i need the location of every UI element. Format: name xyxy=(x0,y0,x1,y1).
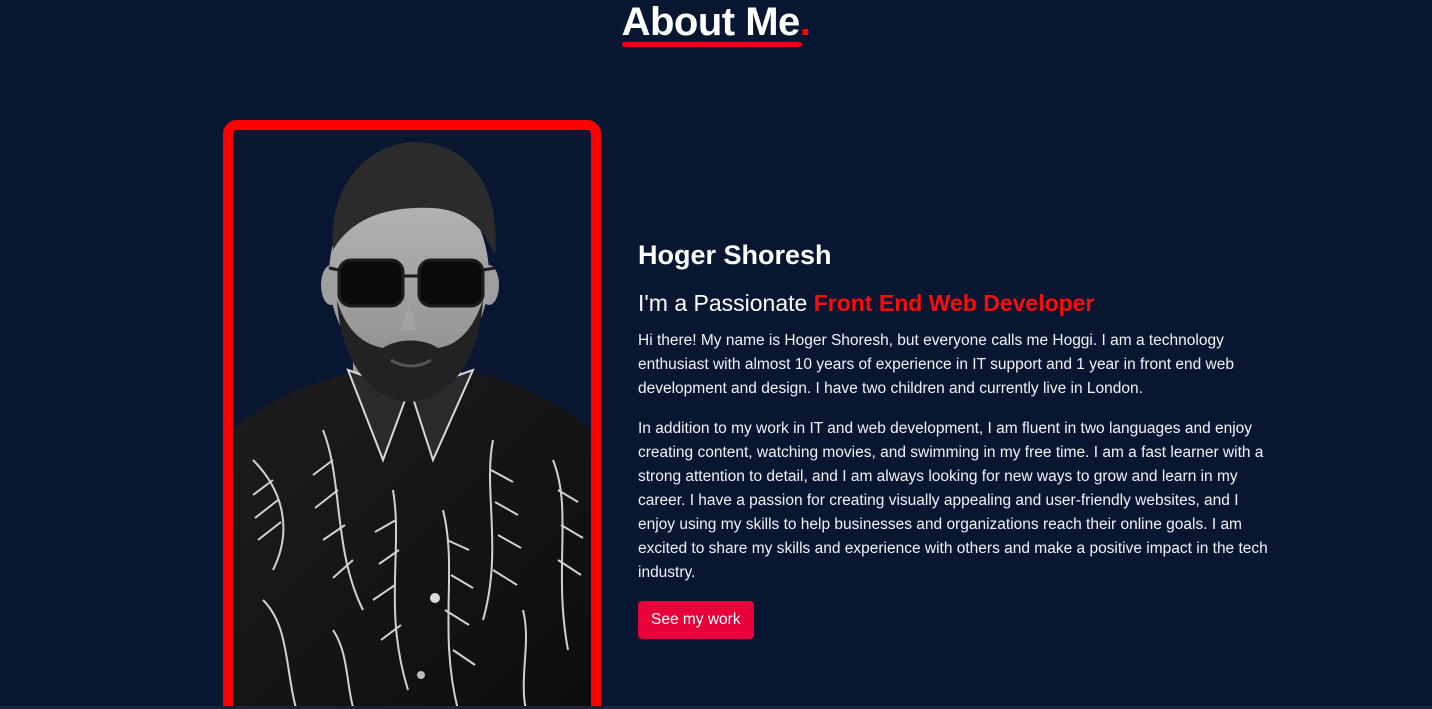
tagline-accent: Front End Web Developer xyxy=(813,290,1095,316)
profile-tagline: I'm a Passionate Front End Web Developer xyxy=(638,288,1278,318)
shirt-button xyxy=(430,593,440,603)
profile-name: Hoger Shoresh xyxy=(638,240,832,270)
profile-photo-frame xyxy=(223,120,601,709)
about-paragraph-1: Hi there! My name is Hoger Shoresh, but … xyxy=(638,332,1234,397)
see-my-work-button[interactable]: See my work xyxy=(638,601,754,639)
section-header: About Me. xyxy=(0,0,1432,47)
about-content: Hoger Shoresh I'm a Passionate Front End… xyxy=(638,236,1278,639)
about-paragraph-2: In addition to my work in IT and web dev… xyxy=(638,420,1268,581)
section-title: About Me. xyxy=(621,0,811,47)
tagline-prefix: I'm a Passionate xyxy=(638,290,814,316)
section-title-text: About Me xyxy=(621,0,801,44)
section-title-dot: . xyxy=(799,0,811,44)
portrait-photo xyxy=(233,142,591,709)
about-page: About Me. Hoger Shoresh I'm a Passionate… xyxy=(0,0,1432,709)
title-underline xyxy=(621,42,802,47)
